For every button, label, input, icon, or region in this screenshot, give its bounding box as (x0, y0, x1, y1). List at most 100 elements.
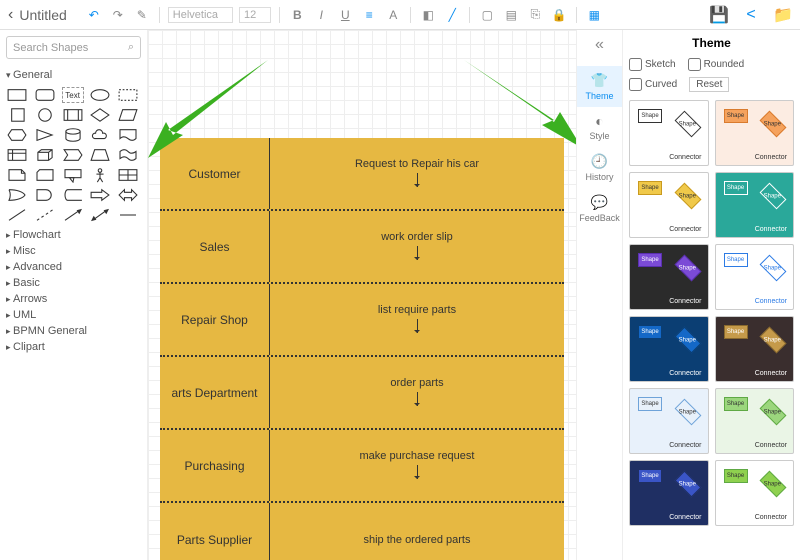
line-style-button[interactable]: ╱ (443, 6, 461, 24)
lane-3[interactable]: arts Department order parts (160, 357, 564, 430)
connector-arrow[interactable] (62, 207, 84, 223)
folder-button[interactable]: 📁 (774, 6, 792, 24)
font-family-select[interactable]: Helvetica (168, 7, 233, 23)
lane-body: order parts (270, 357, 564, 428)
fill-color-button[interactable]: ◧ (419, 6, 437, 24)
theme-swatch-9[interactable]: Shape Shape Connector (715, 388, 795, 454)
connector-arrow2[interactable] (89, 207, 111, 223)
theme-swatch-5[interactable]: Shape Shape Connector (715, 244, 795, 310)
shape-arrow-right[interactable] (89, 187, 111, 203)
category-uml[interactable]: UML (6, 309, 141, 321)
category-general[interactable]: General (6, 69, 141, 81)
side-tab-feedback[interactable]: 💬FeedBack (577, 188, 622, 229)
separator (159, 7, 160, 23)
shape-cube[interactable] (34, 147, 56, 163)
category-bpmn-general[interactable]: BPMN General (6, 325, 141, 337)
underline-button[interactable]: U (336, 6, 354, 24)
shape-and[interactable] (34, 187, 56, 203)
shape-process[interactable] (62, 107, 84, 123)
theme-swatch-11[interactable]: Shape Shape Connector (715, 460, 795, 526)
shape-diamond[interactable] (89, 107, 111, 123)
shape-cloud[interactable] (89, 127, 111, 143)
reset-button[interactable]: Reset (689, 77, 729, 92)
save-button[interactable]: 💾 (710, 6, 728, 24)
shape-callout[interactable] (62, 167, 84, 183)
sketch-checkbox[interactable]: Sketch (629, 58, 676, 71)
shape-arrow-bidir[interactable] (117, 187, 139, 203)
shape-note[interactable] (6, 167, 28, 183)
canvas-area[interactable]: Customer Request to Repair his car Sales… (148, 30, 576, 560)
shape-cylinder[interactable] (62, 127, 84, 143)
shape-step[interactable] (62, 147, 84, 163)
theme-swatch-3[interactable]: Shape Shape Connector (715, 172, 795, 238)
layer-button[interactable]: ▤ (502, 6, 520, 24)
rounded-checkbox[interactable]: Rounded (688, 58, 745, 71)
search-placeholder: Search Shapes (13, 42, 88, 54)
theme-swatch-0[interactable]: Shape Shape Connector (629, 100, 709, 166)
lock-button[interactable]: 🔒 (550, 6, 568, 24)
back-button[interactable]: ‹ (8, 6, 13, 24)
theme-swatch-10[interactable]: Shape Shape Connector (629, 460, 709, 526)
lane-2[interactable]: Repair Shop list require parts (160, 284, 564, 357)
shape-roundrect[interactable] (34, 87, 56, 103)
grid-button[interactable]: ▦ (585, 6, 603, 24)
arrange-button[interactable]: ▢ (478, 6, 496, 24)
connector-line[interactable] (6, 207, 28, 223)
shape-parallelogram[interactable] (117, 107, 139, 123)
shape-dashrect[interactable] (117, 87, 139, 103)
theme-swatch-2[interactable]: Shape Shape Connector (629, 172, 709, 238)
lane-1[interactable]: Sales work order slip (160, 211, 564, 284)
share-button[interactable]: < (742, 6, 760, 24)
task-text: ship the ordered parts (363, 534, 470, 546)
category-clipart[interactable]: Clipart (6, 341, 141, 353)
shape-internal[interactable] (6, 147, 28, 163)
align-button[interactable]: ≡ (360, 6, 378, 24)
format-paint-icon[interactable]: ✎ (133, 6, 151, 24)
shape-text[interactable]: Text (62, 87, 84, 103)
swimlane-diagram[interactable]: Customer Request to Repair his car Sales… (160, 138, 564, 560)
shape-card[interactable] (34, 167, 56, 183)
shape-rect[interactable] (6, 87, 28, 103)
shape-triangle[interactable] (34, 127, 56, 143)
font-size-select[interactable]: 12 (239, 7, 271, 23)
shape-actor[interactable] (89, 167, 111, 183)
category-arrows[interactable]: Arrows (6, 293, 141, 305)
theme-swatch-8[interactable]: Shape Shape Connector (629, 388, 709, 454)
theme-swatch-4[interactable]: Shape Shape Connector (629, 244, 709, 310)
lane-name: arts Department (160, 357, 270, 428)
bold-button[interactable]: B (288, 6, 306, 24)
shape-tape[interactable] (117, 147, 139, 163)
search-shapes-input[interactable]: Search Shapes ⌕ (6, 36, 141, 59)
lane-4[interactable]: Purchasing make purchase request (160, 430, 564, 503)
shape-square[interactable] (6, 107, 28, 123)
theme-swatch-7[interactable]: Shape Shape Connector (715, 316, 795, 382)
shape-trapezoid[interactable] (89, 147, 111, 163)
category-flowchart[interactable]: Flowchart (6, 229, 141, 241)
theme-swatch-1[interactable]: Shape Shape Connector (715, 100, 795, 166)
italic-button[interactable]: I (312, 6, 330, 24)
curved-checkbox[interactable]: Curved (629, 78, 677, 91)
side-tab-style[interactable]: ◐Style (577, 107, 622, 147)
shape-table[interactable] (117, 167, 139, 183)
side-tab-history[interactable]: 🕘History (577, 147, 622, 188)
shape-document[interactable] (117, 127, 139, 143)
connector-thin[interactable] (117, 207, 139, 223)
category-basic[interactable]: Basic (6, 277, 141, 289)
undo-button[interactable]: ↶ (85, 6, 103, 24)
lane-5[interactable]: Parts Supplier ship the ordered parts (160, 503, 564, 560)
connector-dash[interactable] (34, 207, 56, 223)
shape-oval[interactable] (89, 87, 111, 103)
font-color-button[interactable]: A (384, 6, 402, 24)
collapse-panel-button[interactable]: « (595, 36, 604, 54)
side-tab-theme[interactable]: 👕Theme (577, 66, 622, 107)
category-misc[interactable]: Misc (6, 245, 141, 257)
copy-button[interactable]: ⎘ (526, 6, 544, 24)
theme-swatch-6[interactable]: Shape Shape Connector (629, 316, 709, 382)
shape-circle[interactable] (34, 107, 56, 123)
shape-hexagon[interactable] (6, 127, 28, 143)
shape-or[interactable] (6, 187, 28, 203)
category-advanced[interactable]: Advanced (6, 261, 141, 273)
redo-button[interactable]: ↷ (109, 6, 127, 24)
annotation-arrow-left (148, 60, 278, 160)
shape-datastore[interactable] (62, 187, 84, 203)
